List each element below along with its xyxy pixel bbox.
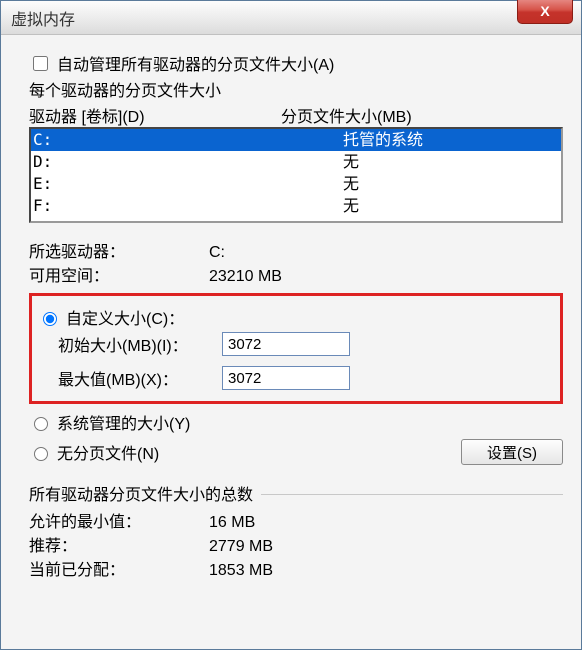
drive-col: E: (33, 173, 343, 195)
drive-list-header-col1: 驱动器 [卷标](D) (29, 103, 281, 127)
list-item[interactable]: F: 无 (31, 195, 561, 217)
selected-drive-label: 所选驱动器： (29, 241, 209, 265)
drive-col: F: (33, 195, 343, 217)
custom-size-radio[interactable] (43, 312, 57, 326)
no-paging-label: 无分页文件(N) (57, 440, 159, 464)
system-managed-radio-row[interactable]: 系统管理的大小(Y) (29, 410, 563, 434)
totals-heading-row: 所有驱动器分页文件大小的总数 (29, 481, 563, 505)
drive-list[interactable]: C: 托管的系统 D: 无 E: 无 F: 无 (29, 127, 563, 223)
list-item[interactable]: C: 托管的系统 (31, 129, 561, 151)
cur-label: 当前已分配： (29, 559, 209, 583)
totals-heading: 所有驱动器分页文件大小的总数 (29, 481, 253, 505)
min-label: 允许的最小值： (29, 511, 209, 535)
divider (261, 494, 563, 495)
custom-size-label: 自定义大小(C)： (66, 305, 184, 329)
auto-manage-checkbox[interactable] (33, 56, 48, 71)
list-item[interactable]: E: 无 (31, 173, 561, 195)
system-managed-label: 系统管理的大小(Y) (57, 410, 190, 434)
totals-block: 允许的最小值： 16 MB 推荐： 2779 MB 当前已分配： 1853 MB (29, 511, 563, 583)
window-title: 虚拟内存 (11, 6, 75, 30)
rec-value: 2779 MB (209, 535, 273, 559)
drive-list-header-col2: 分页文件大小(MB) (281, 103, 412, 127)
drive-list-header: 驱动器 [卷标](D) 分页文件大小(MB) (29, 103, 563, 127)
auto-manage-row[interactable]: 自动管理所有驱动器的分页文件大小(A) (29, 51, 563, 75)
paging-col: 托管的系统 (343, 129, 423, 151)
rec-label: 推荐： (29, 535, 209, 559)
paging-col: 无 (343, 195, 359, 217)
list-item[interactable]: D: 无 (31, 151, 561, 173)
drive-col: C: (33, 129, 343, 151)
max-size-input[interactable] (222, 366, 350, 390)
virtual-memory-dialog: 虚拟内存 X 自动管理所有驱动器的分页文件大小(A) 每个驱动器的分页文件大小 … (0, 0, 582, 650)
dialog-content: 自动管理所有驱动器的分页文件大小(A) 每个驱动器的分页文件大小 驱动器 [卷标… (1, 35, 581, 593)
highlight-box: 自定义大小(C)： 初始大小(MB)(I)： 最大值(MB)(X)： (29, 293, 563, 404)
system-managed-radio[interactable] (34, 417, 48, 431)
per-drive-heading: 每个驱动器的分页文件大小 (29, 77, 563, 101)
initial-size-input[interactable] (222, 332, 350, 356)
selected-drive-info: 所选驱动器： C: 可用空间： 23210 MB (29, 241, 563, 289)
close-button[interactable]: X (517, 0, 573, 24)
initial-size-label: 初始大小(MB)(I)： (58, 332, 222, 356)
no-paging-radio-row[interactable]: 无分页文件(N) (29, 440, 159, 464)
free-space-value: 23210 MB (209, 265, 282, 289)
paging-col: 无 (343, 151, 359, 173)
titlebar: 虚拟内存 X (1, 1, 581, 35)
no-paging-radio[interactable] (34, 447, 48, 461)
set-button[interactable]: 设置(S) (461, 439, 563, 465)
paging-col: 无 (343, 173, 359, 195)
selected-drive-value: C: (209, 241, 225, 265)
auto-manage-label: 自动管理所有驱动器的分页文件大小(A) (57, 51, 334, 75)
max-size-label: 最大值(MB)(X)： (58, 366, 222, 390)
min-value: 16 MB (209, 511, 255, 535)
custom-size-radio-row[interactable]: 自定义大小(C)： (38, 305, 550, 329)
free-space-label: 可用空间： (29, 265, 209, 289)
cur-value: 1853 MB (209, 559, 273, 583)
drive-col: D: (33, 151, 343, 173)
